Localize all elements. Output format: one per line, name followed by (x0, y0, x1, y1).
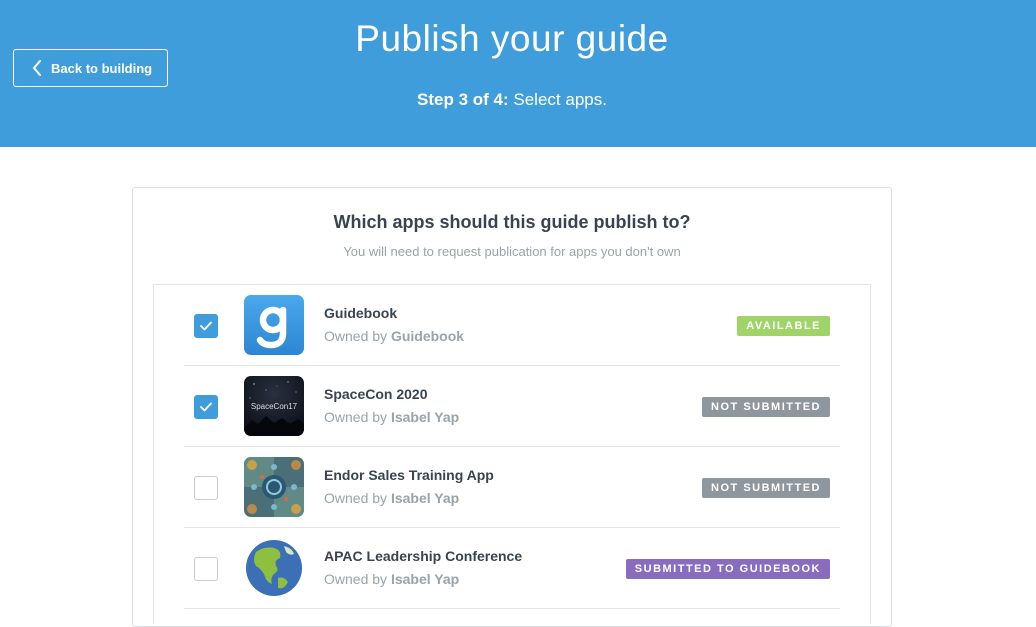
chevron-left-icon (32, 60, 42, 76)
guidebook-logo-icon (244, 295, 304, 355)
app-name: SpaceCon 2020 (324, 386, 428, 402)
page-title: Publish your guide (355, 18, 669, 59)
owned-by-label: Owned by (324, 490, 388, 506)
app-owner: Owned by Guidebook (324, 328, 464, 344)
owned-by-label: Owned by (324, 328, 388, 344)
endor-pattern-icon (244, 457, 304, 517)
spacecon-icon-text: SpaceCon17 (251, 402, 298, 411)
app-checkbox[interactable] (194, 395, 218, 419)
app-selection-card: Which apps should this guide publish to?… (132, 187, 892, 627)
owner-name: Isabel Yap (390, 409, 460, 425)
owned-by-label: Owned by (324, 571, 388, 587)
globe-icon (244, 538, 304, 598)
step-number: Step 3 of 4: (417, 90, 509, 109)
owner-name: Isabel Yap (390, 490, 460, 506)
status-badge: NOT SUBMITTED (702, 478, 830, 498)
app-name: APAC Leadership Conference (324, 548, 523, 564)
checkmark-icon (200, 321, 212, 331)
app-row-endor[interactable]: Endor Sales Training App Owned by Isabel… (184, 447, 840, 528)
app-owner: Owned by Isabel Yap (324, 571, 459, 587)
checkmark-icon (200, 402, 212, 412)
app-checkbox[interactable] (194, 557, 218, 581)
status-badge: SUBMITTED TO GUIDEBOOK (625, 559, 830, 579)
owner-name: Guidebook (390, 328, 465, 344)
app-row-guidebook[interactable]: Guidebook Owned by Guidebook AVAILABLE (184, 285, 840, 366)
app-name: Endor Sales Training App (324, 467, 494, 483)
app-owner: Owned by Isabel Yap (324, 490, 459, 506)
back-button-label: Back to building (51, 60, 153, 76)
card-subtitle: You will need to request publication for… (343, 244, 681, 259)
app-checkbox[interactable] (194, 314, 218, 338)
status-badge: NOT SUBMITTED (702, 397, 830, 417)
app-row-spacecon[interactable]: SpaceCon17 SpaceCon 2020 Owned by Isabel… (184, 366, 840, 447)
owner-name: Isabel Yap (390, 571, 460, 587)
app-name: Guidebook (324, 305, 398, 321)
step-indicator: Step 3 of 4: Select apps. (0, 90, 1024, 110)
step-description: Select apps. (513, 90, 607, 109)
owned-by-label: Owned by (324, 409, 388, 425)
app-owner: Owned by Isabel Yap (324, 409, 459, 425)
spacecon-icon: SpaceCon17 (244, 376, 304, 436)
app-checkbox[interactable] (194, 476, 218, 500)
status-badge: AVAILABLE (737, 316, 830, 336)
app-list: Guidebook Owned by Guidebook AVAILABLE S… (153, 284, 871, 624)
page-header: Back to building Publish your guide Step… (0, 0, 1036, 147)
app-row-apac[interactable]: APAC Leadership Conference Owned by Isab… (184, 528, 840, 609)
card-question: Which apps should this guide publish to? (333, 212, 691, 232)
